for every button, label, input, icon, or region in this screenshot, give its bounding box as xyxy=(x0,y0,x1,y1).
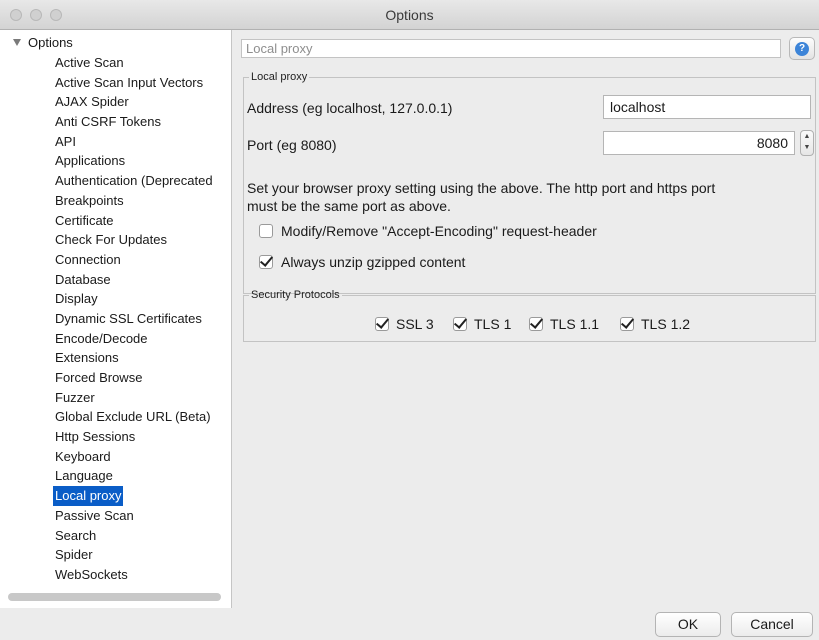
tree-item[interactable]: API xyxy=(53,132,215,152)
title-bar: Options xyxy=(0,0,819,30)
tree-item[interactable]: Active Scan Input Vectors xyxy=(53,73,215,93)
tree-item[interactable]: Encode/Decode xyxy=(53,329,215,349)
tree-item[interactable]: Authentication (Deprecated xyxy=(53,171,215,191)
tls12-checkbox[interactable] xyxy=(620,317,634,331)
help-button[interactable]: ? xyxy=(789,37,815,60)
tree-item[interactable]: Connection xyxy=(53,250,215,270)
tree-item[interactable]: Breakpoints xyxy=(53,191,215,211)
tree-item[interactable]: Applications xyxy=(53,151,215,171)
ssl3-checkbox[interactable] xyxy=(375,317,389,331)
tree-item[interactable]: Forced Browse xyxy=(53,368,215,388)
tree-item[interactable]: Active Scan xyxy=(53,53,215,73)
cancel-button[interactable]: Cancel xyxy=(731,612,813,637)
tree-item-list: Active Scan Active Scan Input Vectors AJAX… xyxy=(53,53,215,585)
security-protocols-legend: Security Protocols xyxy=(251,289,340,301)
tree-item[interactable]: Local proxy xyxy=(53,486,124,506)
tree-item[interactable]: Certificate xyxy=(53,211,215,231)
tree-item[interactable]: Language xyxy=(53,466,215,486)
local-proxy-legend: Local proxy xyxy=(251,71,308,83)
proxy-note-line2: must be the same port as above. xyxy=(247,198,451,214)
proxy-note-line1: Set your browser proxy setting using the… xyxy=(247,180,716,196)
panel-title: Local proxy xyxy=(241,39,781,58)
tree-item[interactable]: Search xyxy=(53,526,215,546)
tree-item[interactable]: Extensions xyxy=(53,348,215,368)
security-protocols-group: Security Protocols xyxy=(243,289,816,342)
tls11-checkbox[interactable] xyxy=(529,317,543,331)
tree-root-options[interactable]: Options xyxy=(13,35,73,50)
options-tree: Options Active Scan Active Scan Input Vec… xyxy=(0,30,232,608)
address-input[interactable]: localhost xyxy=(603,95,811,119)
tls11-label[interactable]: TLS 1.1 xyxy=(550,316,599,332)
tls1-checkbox[interactable] xyxy=(453,317,467,331)
options-panel: Local proxy ? Local proxy Address (eg lo… xyxy=(233,30,819,608)
ssl3-label[interactable]: SSL 3 xyxy=(396,316,434,332)
tls1-label[interactable]: TLS 1 xyxy=(474,316,511,332)
tree-item[interactable]: Spider xyxy=(53,545,215,565)
modify-accept-encoding-checkbox[interactable] xyxy=(259,224,273,238)
tree-item[interactable]: Keyboard xyxy=(53,447,215,467)
tree-item[interactable]: WebSockets xyxy=(53,565,215,585)
port-spinner[interactable]: ▲ ▼ xyxy=(800,130,814,156)
window-title: Options xyxy=(385,7,434,23)
tree-item[interactable]: Http Sessions xyxy=(53,427,215,447)
tree-item[interactable]: Display xyxy=(53,289,215,309)
question-icon: ? xyxy=(795,41,809,56)
tls12-label[interactable]: TLS 1.2 xyxy=(641,316,690,332)
port-label: Port (eg 8080) xyxy=(247,137,337,153)
tree-item[interactable]: Dynamic SSL Certificates xyxy=(53,309,215,329)
tree-item[interactable]: Anti CSRF Tokens xyxy=(53,112,215,132)
tree-item[interactable]: AJAX Spider xyxy=(53,92,215,112)
address-label: Address (eg localhost, 127.0.0.1) xyxy=(247,100,453,116)
ok-button[interactable]: OK xyxy=(655,612,721,637)
dialog-footer: OK Cancel xyxy=(0,608,819,640)
tree-root-label: Options xyxy=(28,35,73,50)
horizontal-scrollbar[interactable] xyxy=(8,593,221,601)
tree-item[interactable]: Database xyxy=(53,270,215,290)
expand-triangle-icon[interactable] xyxy=(13,39,21,46)
modify-accept-encoding-label[interactable]: Modify/Remove "Accept-Encoding" request-… xyxy=(281,223,597,239)
unzip-gzip-label[interactable]: Always unzip gzipped content xyxy=(281,254,465,270)
tree-item[interactable]: Global Exclude URL (Beta) xyxy=(53,407,215,427)
port-input[interactable]: 8080 xyxy=(603,131,795,155)
tree-item[interactable]: Check For Updates xyxy=(53,230,215,250)
tree-item[interactable]: Fuzzer xyxy=(53,388,215,408)
unzip-gzip-checkbox[interactable] xyxy=(259,255,273,269)
tree-item[interactable]: Passive Scan xyxy=(53,506,215,526)
